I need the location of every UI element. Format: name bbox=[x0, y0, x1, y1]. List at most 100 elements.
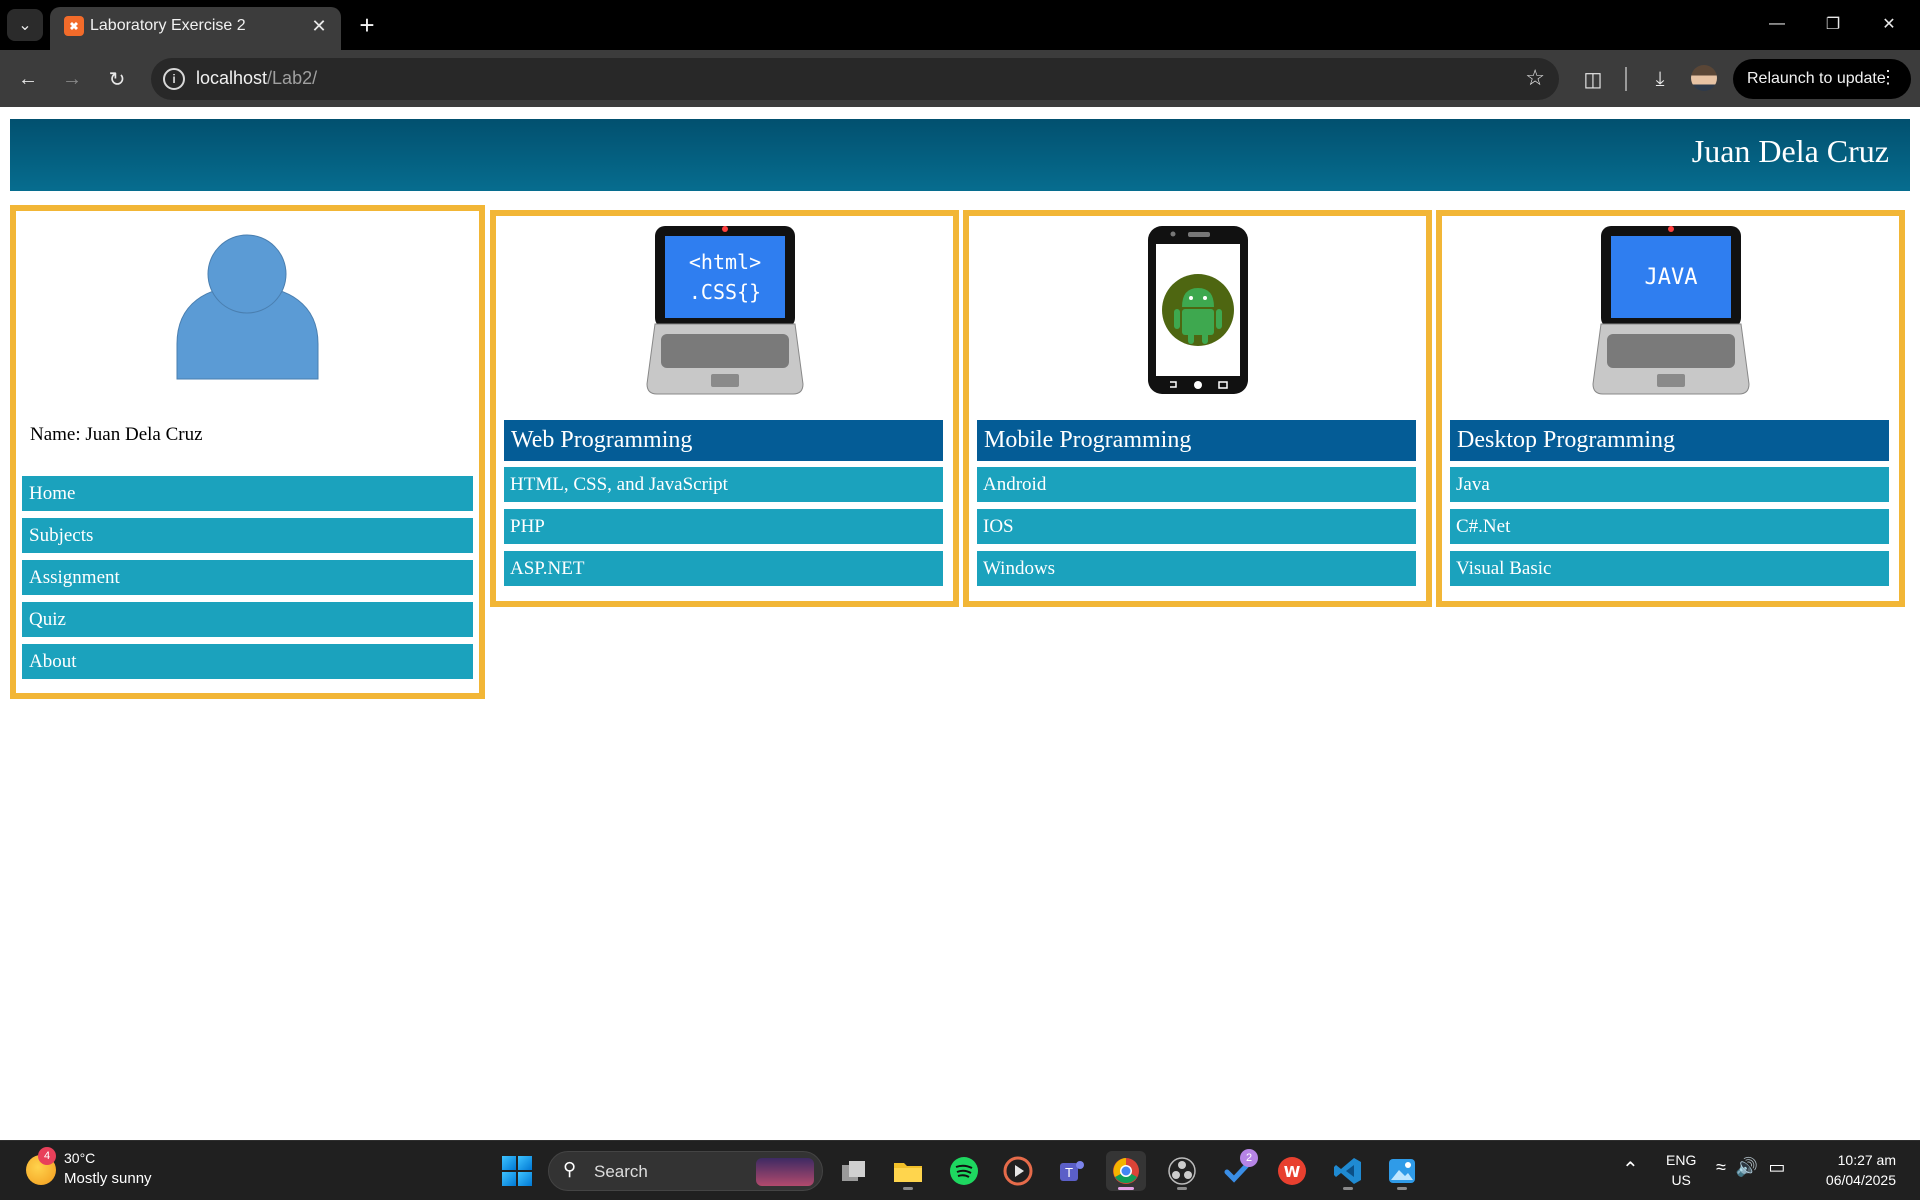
running-indicator bbox=[1343, 1187, 1353, 1190]
relaunch-to-update-button[interactable]: Relaunch to update ⋮ bbox=[1733, 59, 1911, 99]
browser-toolbar: ← → ↻ i localhost/Lab2/ ☆ ◫ ⤓ bbox=[0, 50, 1920, 107]
chevron-down-icon: ⌄ bbox=[18, 17, 32, 34]
subject-item[interactable]: C#.Net bbox=[1450, 509, 1889, 544]
media-player-icon[interactable] bbox=[998, 1151, 1038, 1191]
input-language[interactable]: ENG US bbox=[1666, 1150, 1696, 1190]
forward-button[interactable]: → bbox=[56, 63, 88, 95]
profile-name: Name: Juan Dela Cruz bbox=[30, 424, 203, 445]
browser-titlebar: ⌄ ✖ Laboratory Exercise 2 ✕ + — ❐ ✕ bbox=[0, 0, 1920, 50]
profile-avatar[interactable] bbox=[1691, 65, 1717, 91]
toolbar-separator bbox=[1625, 67, 1627, 91]
smartphone-android-icon bbox=[1147, 226, 1248, 394]
todo-icon[interactable]: 2 bbox=[1218, 1149, 1258, 1191]
running-indicator bbox=[903, 1187, 913, 1190]
tab-title: Laboratory Exercise 2 bbox=[90, 17, 246, 34]
nav-item-quiz[interactable]: Quiz bbox=[22, 602, 473, 637]
clock[interactable]: 10:27 am 06/04/2025 bbox=[1826, 1150, 1896, 1190]
show-hidden-icons-icon[interactable]: ⌃ bbox=[1622, 1157, 1639, 1182]
chrome-icon[interactable] bbox=[1106, 1151, 1146, 1191]
new-tab-button[interactable]: + bbox=[352, 10, 382, 40]
running-indicator bbox=[1177, 1187, 1187, 1190]
obs-icon[interactable] bbox=[1162, 1151, 1202, 1191]
nav-item-assignment[interactable]: Assignment bbox=[22, 560, 473, 595]
laptop-html-css-icon: <html> .CSS{} bbox=[645, 226, 804, 395]
tab-close-icon[interactable]: ✕ bbox=[307, 14, 331, 38]
running-indicator bbox=[1397, 1187, 1407, 1190]
relaunch-label: Relaunch to update bbox=[1747, 70, 1886, 87]
windows-start-icon[interactable] bbox=[502, 1156, 532, 1186]
subject-item[interactable]: IOS bbox=[977, 509, 1416, 544]
minimize-button[interactable]: — bbox=[1754, 8, 1800, 40]
subject-list: Java C#.Net Visual Basic bbox=[1450, 467, 1889, 593]
volume-icon[interactable]: 🔊 bbox=[1736, 1157, 1758, 1178]
weather-description[interactable]: Mostly sunny bbox=[64, 1170, 152, 1187]
search-highlight-image bbox=[756, 1158, 814, 1186]
subject-item[interactable]: Java bbox=[1450, 467, 1889, 502]
laptop-html-text: <html> bbox=[688, 250, 760, 274]
mobile-programming-panel: Mobile Programming Android IOS Windows bbox=[963, 210, 1432, 607]
todo-badge: 2 bbox=[1240, 1149, 1258, 1167]
weather-badge: 4 bbox=[38, 1147, 56, 1165]
header-name: Juan Dela Cruz bbox=[1691, 133, 1889, 169]
laptop-css-text: .CSS{} bbox=[688, 280, 760, 304]
restore-button[interactable]: ❐ bbox=[1810, 8, 1856, 40]
vscode-icon[interactable] bbox=[1328, 1151, 1368, 1191]
nav-item-about[interactable]: About bbox=[22, 644, 473, 679]
desktop-programming-panel: JAVA Desktop Programming Java C#.Net Vis… bbox=[1436, 210, 1905, 607]
subject-item[interactable]: Windows bbox=[977, 551, 1416, 586]
subject-title: Web Programming bbox=[504, 420, 943, 461]
wifi-icon[interactable]: ≈ bbox=[1716, 1157, 1726, 1178]
subject-item[interactable]: Android bbox=[977, 467, 1416, 502]
taskbar-search[interactable]: ⚲ Search bbox=[548, 1151, 823, 1191]
browser-tab[interactable]: ✖ Laboratory Exercise 2 ✕ bbox=[50, 7, 341, 50]
region-code: US bbox=[1671, 1172, 1691, 1188]
close-window-button[interactable]: ✕ bbox=[1866, 8, 1912, 40]
url-text[interactable]: localhost/Lab2/ bbox=[196, 68, 317, 89]
teams-icon[interactable]: T bbox=[1052, 1151, 1092, 1191]
tab-search-button[interactable]: ⌄ bbox=[7, 9, 43, 41]
downloads-icon[interactable]: ⤓ bbox=[1644, 63, 1676, 95]
nav-item-home[interactable]: Home bbox=[22, 476, 473, 511]
extensions-icon[interactable]: ◫ bbox=[1577, 63, 1609, 95]
subject-item[interactable]: Visual Basic bbox=[1450, 551, 1889, 586]
more-menu-icon[interactable]: ⋮ bbox=[1879, 67, 1897, 88]
photos-icon[interactable] bbox=[1382, 1151, 1422, 1191]
task-view-icon[interactable] bbox=[834, 1151, 874, 1191]
clock-time: 10:27 am bbox=[1837, 1152, 1896, 1168]
spotify-icon[interactable] bbox=[944, 1151, 984, 1191]
system-tray[interactable]: ≈ 🔊 ▭ bbox=[1716, 1157, 1785, 1178]
clock-date: 06/04/2025 bbox=[1825, 1172, 1896, 1188]
side-nav: Home Subjects Assignment Quiz About bbox=[22, 476, 473, 686]
subject-list: HTML, CSS, and JavaScript PHP ASP.NET bbox=[504, 467, 943, 593]
subject-item[interactable]: HTML, CSS, and JavaScript bbox=[504, 467, 943, 502]
taskbar: 4 30°C Mostly sunny ⚲ Search T 2 W ⌃ ENG… bbox=[0, 1140, 1920, 1200]
active-indicator bbox=[1118, 1187, 1134, 1190]
subject-list: Android IOS Windows bbox=[977, 467, 1416, 593]
url-host: localhost bbox=[196, 68, 268, 88]
subject-title: Desktop Programming bbox=[1450, 420, 1889, 461]
profile-panel: Name: Juan Dela Cruz Home Subjects Assig… bbox=[10, 205, 485, 699]
subject-item[interactable]: PHP bbox=[504, 509, 943, 544]
back-button[interactable]: ← bbox=[12, 63, 44, 95]
svg-text:W: W bbox=[1284, 1163, 1301, 1181]
bookmark-star-icon[interactable]: ☆ bbox=[1525, 65, 1545, 91]
battery-icon[interactable]: ▭ bbox=[1768, 1157, 1785, 1178]
search-icon: ⚲ bbox=[563, 1159, 577, 1179]
xampp-favicon-icon: ✖ bbox=[64, 16, 84, 36]
wps-office-icon[interactable]: W bbox=[1272, 1151, 1312, 1191]
svg-text:T: T bbox=[1064, 1166, 1073, 1180]
laptop-java-text: JAVA bbox=[1644, 265, 1697, 290]
user-avatar-icon bbox=[176, 234, 319, 380]
web-programming-panel: <html> .CSS{} Web Programming HTML, CSS,… bbox=[490, 210, 959, 607]
nav-item-subjects[interactable]: Subjects bbox=[22, 518, 473, 553]
weather-temperature[interactable]: 30°C bbox=[64, 1150, 95, 1166]
site-info-icon[interactable]: i bbox=[163, 68, 185, 90]
url-path: /Lab2/ bbox=[267, 68, 318, 88]
reload-button[interactable]: ↻ bbox=[101, 63, 133, 95]
address-bar[interactable]: i localhost/Lab2/ ☆ bbox=[151, 58, 1559, 100]
file-explorer-icon[interactable] bbox=[888, 1151, 928, 1191]
search-label: Search bbox=[594, 1162, 648, 1181]
subject-item[interactable]: ASP.NET bbox=[504, 551, 943, 586]
laptop-java-icon: JAVA bbox=[1591, 226, 1750, 395]
language-code: ENG bbox=[1666, 1152, 1697, 1168]
